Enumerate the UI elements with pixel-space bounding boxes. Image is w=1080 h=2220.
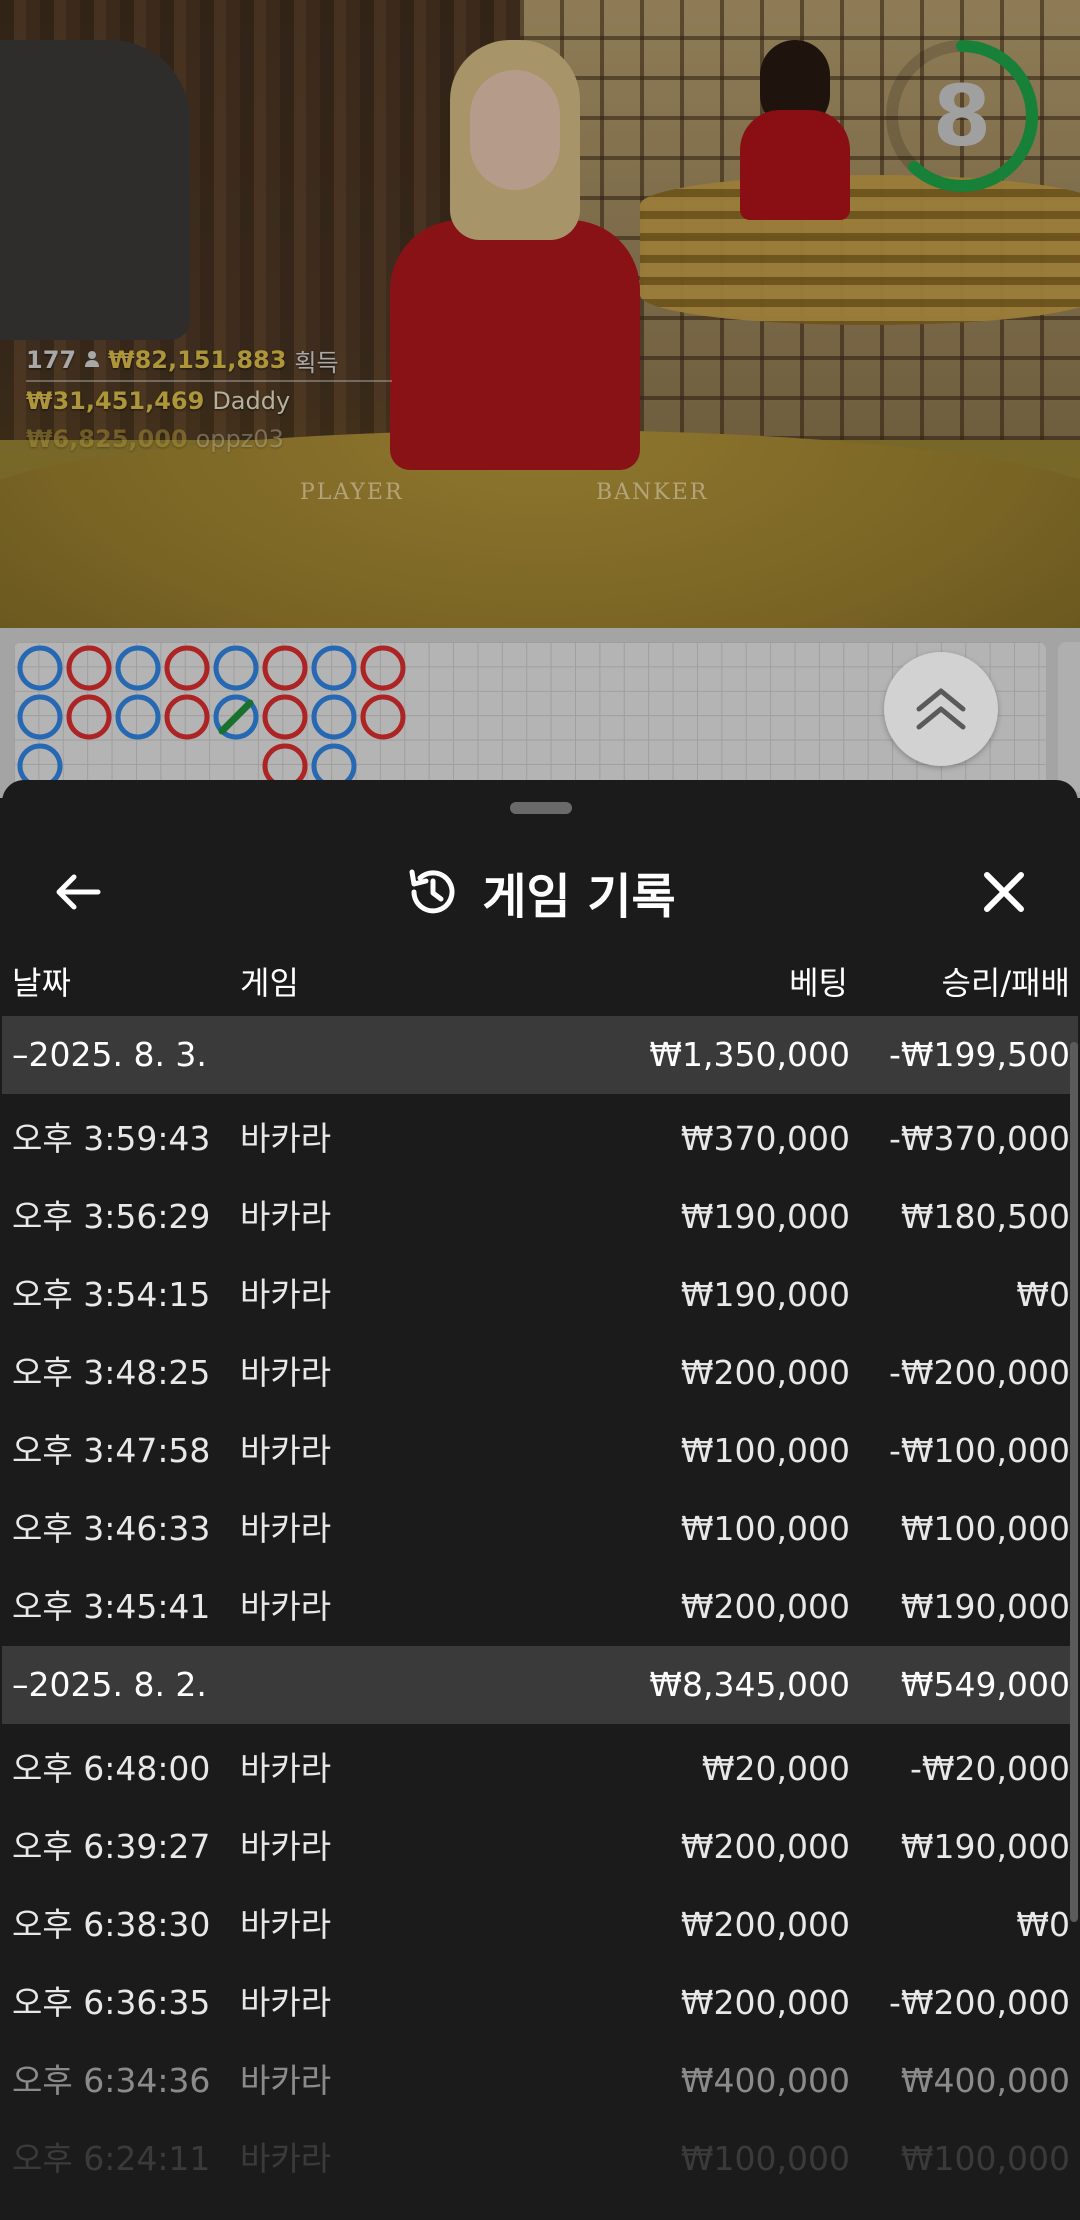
history-table[interactable]: –2025. 8. 3. ₩1,350,000 -₩199,500 오후 3:59:4…	[2, 1016, 1078, 2198]
row-result: ₩0	[1016, 1905, 1070, 1944]
row-result: -₩20,000	[909, 1749, 1070, 1788]
column-date: 날짜	[12, 964, 71, 1002]
row-result: ₩100,000	[900, 2139, 1070, 2178]
row-game: 바카라	[240, 1905, 332, 1944]
row-bet: ₩100,000	[680, 1509, 850, 1548]
table-row[interactable]: 오후 3:45:41 바카라 ₩200,000 ₩190,000	[2, 1568, 1078, 1646]
row-game: 바카라	[240, 1827, 332, 1866]
column-game: 게임	[240, 964, 299, 1002]
row-game: 바카라	[240, 1275, 332, 1314]
row-result: -₩370,000	[888, 1119, 1070, 1158]
row-time: 오후 3:47:58	[12, 1431, 211, 1470]
row-time: 오후 3:48:25	[12, 1353, 211, 1392]
close-button[interactable]	[968, 856, 1040, 928]
row-game: 바카라	[240, 1509, 332, 1548]
history-icon	[409, 869, 455, 914]
row-result: ₩190,000	[900, 1827, 1070, 1866]
row-time: 오후 6:38:30	[12, 1905, 211, 1944]
row-bet: ₩200,000	[680, 1983, 850, 2022]
table-row[interactable]: 오후 3:59:43 바카라 ₩370,000 -₩370,000	[2, 1100, 1078, 1178]
row-time: 오후 6:24:11	[12, 2139, 211, 2178]
row-bet: ₩400,000	[680, 2061, 850, 2100]
row-result: ₩0	[1016, 1275, 1070, 1314]
row-game: 바카라	[240, 1353, 332, 1392]
row-result: ₩100,000	[900, 1509, 1070, 1548]
row-result: -₩200,000	[888, 1353, 1070, 1392]
table-row[interactable]: 오후 3:56:29 바카라 ₩190,000 ₩180,500	[2, 1178, 1078, 1256]
row-game: 바카라	[240, 2139, 332, 2178]
date-group-header[interactable]: –2025. 8. 2. ₩8,345,000 ₩549,000	[2, 1646, 1078, 1724]
sheet-header: 게임 기록	[2, 828, 1078, 938]
row-time: 오후 3:54:15	[12, 1275, 211, 1314]
row-result: ₩180,500	[900, 1197, 1070, 1236]
expand-roadmap-button[interactable]	[884, 652, 998, 766]
column-bet: 베팅	[789, 964, 848, 1002]
row-bet: ₩370,000	[680, 1119, 850, 1158]
date-group-header[interactable]: –2025. 8. 3. ₩1,350,000 -₩199,500	[2, 1016, 1078, 1094]
table-row[interactable]: 오후 3:46:33 바카라 ₩100,000 ₩100,000	[2, 1490, 1078, 1568]
history-column-headers: 날짜 게임 베팅 승리/패배	[2, 948, 1078, 1008]
row-game: 바카라	[240, 1119, 332, 1158]
row-bet: ₩100,000	[680, 2139, 850, 2178]
row-bet: ₩200,000	[680, 1827, 850, 1866]
row-game: 바카라	[240, 1983, 332, 2022]
chevron-double-up-icon	[916, 688, 966, 730]
row-time: 오후 6:39:27	[12, 1827, 211, 1866]
row-time: 오후 3:59:43	[12, 1119, 211, 1158]
close-icon	[984, 872, 1024, 912]
row-bet: ₩190,000	[680, 1197, 850, 1236]
group-date: –2025. 8. 3.	[12, 1035, 207, 1074]
row-bet: ₩200,000	[680, 1587, 850, 1626]
sheet-title: 게임 기록	[2, 856, 1078, 928]
row-time: 오후 6:34:36	[12, 2061, 211, 2100]
row-game: 바카라	[240, 2061, 332, 2100]
row-game: 바카라	[240, 1587, 332, 1626]
table-row[interactable]: 오후 6:24:11 바카라 ₩100,000 ₩100,000	[2, 2120, 1078, 2198]
table-row[interactable]: 오후 3:54:15 바카라 ₩190,000 ₩0	[2, 1256, 1078, 1334]
table-row[interactable]: 오후 3:48:25 바카라 ₩200,000 -₩200,000	[2, 1334, 1078, 1412]
table-row[interactable]: 오후 6:39:27 바카라 ₩200,000 ₩190,000	[2, 1808, 1078, 1886]
sheet-title-text: 게임 기록	[482, 869, 676, 925]
row-game: 바카라	[240, 1431, 332, 1470]
table-row[interactable]: 오후 6:38:30 바카라 ₩200,000 ₩0	[2, 1886, 1078, 1964]
table-row[interactable]: 오후 3:47:58 바카라 ₩100,000 -₩100,000	[2, 1412, 1078, 1490]
row-time: 오후 6:48:00	[12, 1749, 211, 1788]
history-scrollbar[interactable]	[1070, 1042, 1078, 1922]
row-time: 오후 3:46:33	[12, 1509, 211, 1548]
group-bet-total: ₩8,345,000	[649, 1665, 850, 1704]
row-bet: ₩200,000	[680, 1353, 850, 1392]
table-row[interactable]: 오후 6:36:35 바카라 ₩200,000 -₩200,000	[2, 1964, 1078, 2042]
row-result: ₩190,000	[900, 1587, 1070, 1626]
row-bet: ₩100,000	[680, 1431, 850, 1470]
group-result-total: ₩549,000	[900, 1665, 1070, 1704]
game-history-sheet: 게임 기록 날짜 게임 베팅 승리/패배 –2025. 8. 3. ₩1,350,…	[2, 780, 1078, 2220]
sheet-drag-handle[interactable]	[510, 802, 572, 814]
row-bet: ₩200,000	[680, 1905, 850, 1944]
row-result: -₩100,000	[888, 1431, 1070, 1470]
row-bet: ₩190,000	[680, 1275, 850, 1314]
row-time: 오후 3:45:41	[12, 1587, 211, 1626]
group-bet-total: ₩1,350,000	[649, 1035, 850, 1074]
column-result: 승리/패배	[941, 964, 1070, 1002]
row-game: 바카라	[240, 1749, 332, 1788]
table-row[interactable]: 오후 6:48:00 바카라 ₩20,000 -₩20,000	[2, 1730, 1078, 1808]
row-result: ₩400,000	[900, 2061, 1070, 2100]
row-result: -₩200,000	[888, 1983, 1070, 2022]
group-result-total: -₩199,500	[888, 1035, 1070, 1074]
row-time: 오후 3:56:29	[12, 1197, 211, 1236]
row-time: 오후 6:36:35	[12, 1983, 211, 2022]
row-bet: ₩20,000	[701, 1749, 850, 1788]
row-game: 바카라	[240, 1197, 332, 1236]
group-date: –2025. 8. 2.	[12, 1665, 207, 1704]
table-row[interactable]: 오후 6:34:36 바카라 ₩400,000 ₩400,000	[2, 2042, 1078, 2120]
